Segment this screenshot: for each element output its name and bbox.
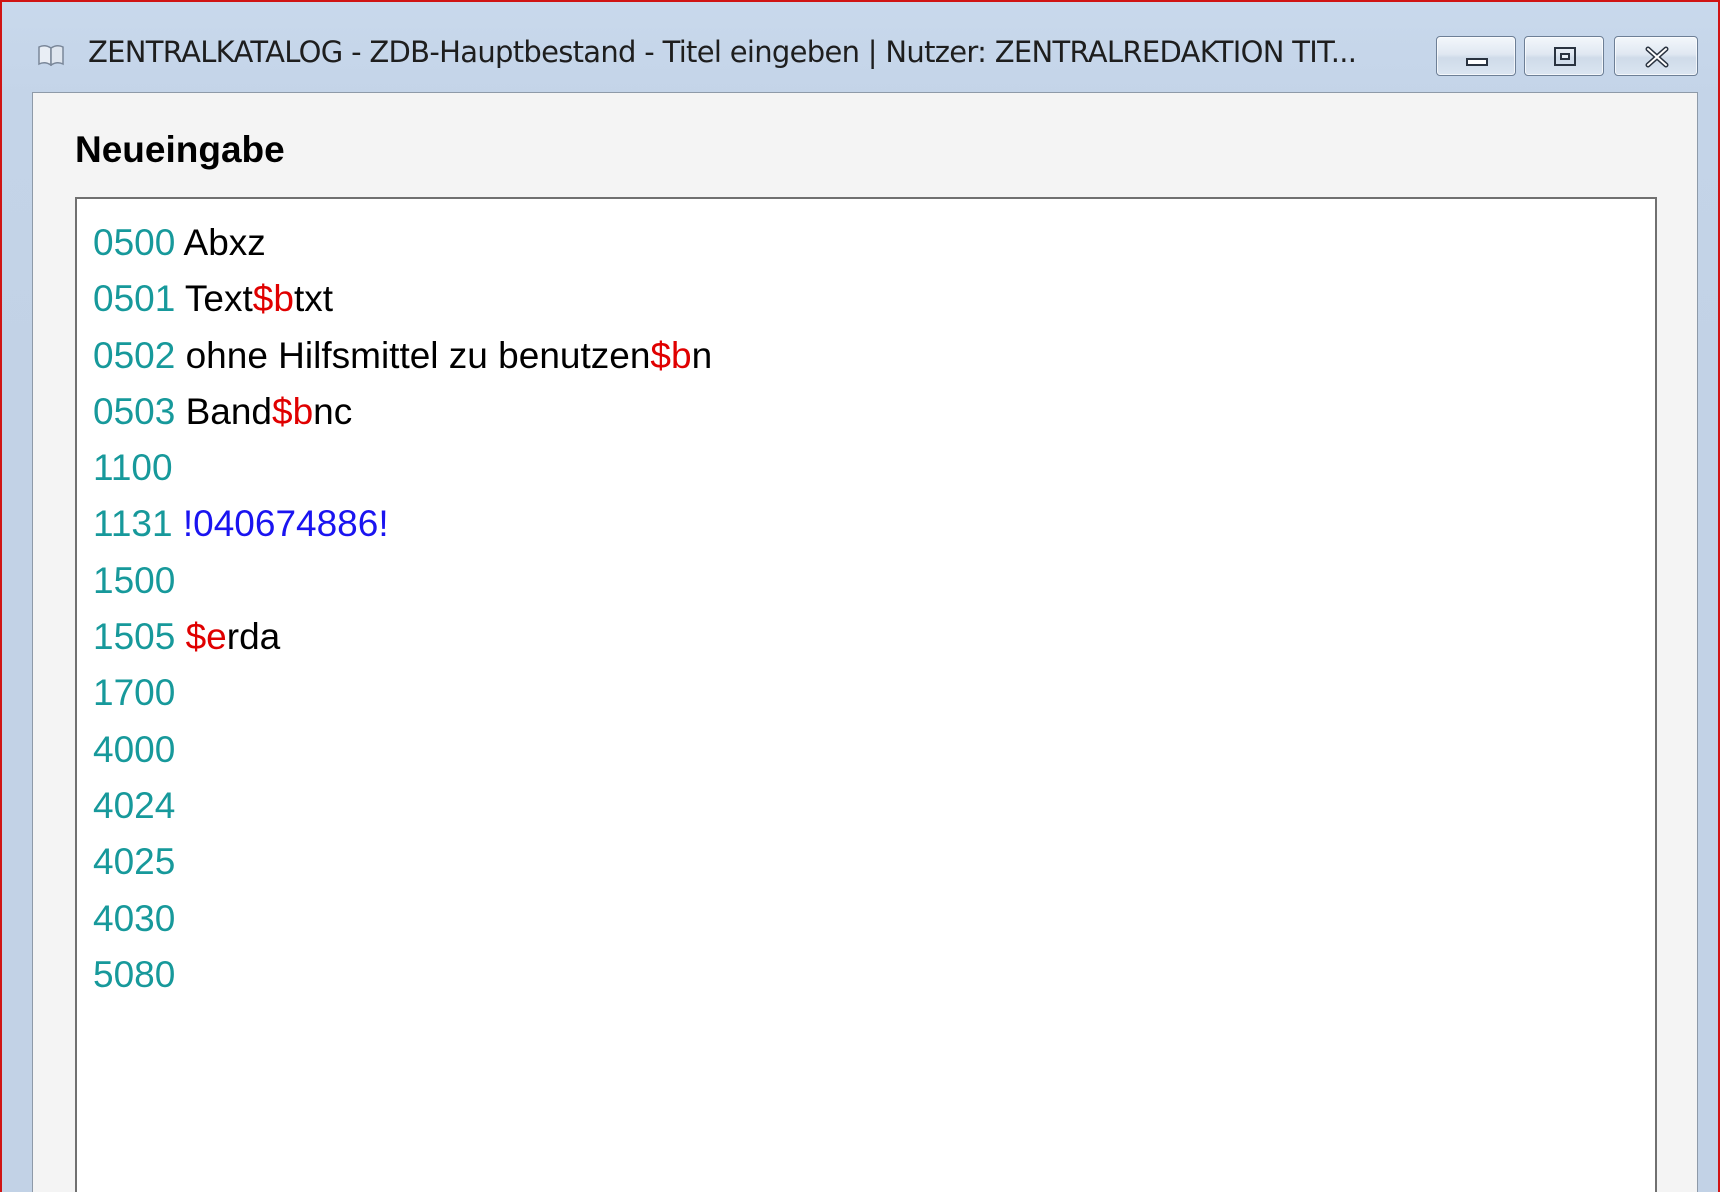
field-value (175, 616, 185, 657)
field-tag: 0500 (93, 222, 176, 263)
record-line[interactable]: 1100 (93, 440, 712, 496)
record-lines[interactable]: 0500 Abxz 0501 Text$btxt 0502 ohne Hilfsmi… (93, 215, 712, 1003)
record-line[interactable]: 1505 $erda (93, 609, 712, 665)
restore-icon (1554, 47, 1576, 66)
record-line[interactable]: 1700 (93, 665, 712, 721)
record-line[interactable]: 0500 Abxz (93, 215, 712, 271)
field-tag: 1700 (93, 672, 176, 714)
subfield-code: $e (185, 616, 227, 658)
field-value: rda (226, 616, 281, 658)
field-tag: 1505 (93, 616, 176, 658)
field-value: txt (293, 278, 333, 320)
record-line[interactable]: 0502 ohne Hilfsmittel zu benutzen$bn (93, 328, 712, 384)
close-button[interactable] (1614, 36, 1698, 76)
field-tag: 1100 (93, 447, 173, 489)
field-tag: 5080 (93, 953, 176, 995)
field-value: ohne Hilfsmittel zu benutzen (175, 334, 651, 376)
record-line[interactable]: 1500 (93, 553, 712, 609)
field-tag: 0503 (93, 390, 176, 432)
record-editor[interactable]: 0500 Abxz 0501 Text$btxt 0502 ohne Hilfsmi… (75, 197, 1657, 1192)
minimize-button[interactable] (1436, 36, 1516, 76)
restore-button[interactable] (1524, 36, 1604, 76)
field-tag: 4030 (93, 897, 176, 939)
record-line[interactable]: 4000 (93, 722, 712, 778)
subfield-code: $b (650, 334, 692, 376)
field-tag: 4024 (93, 784, 176, 826)
field-tag: 0501 (93, 278, 176, 320)
minimize-icon (1466, 58, 1488, 66)
field-value: nc (313, 390, 353, 432)
subfield-code: $b (252, 278, 294, 320)
field-tag: 0502 (93, 334, 176, 376)
page-title: Neueingabe (75, 129, 285, 170)
field-value: Text (175, 278, 253, 320)
record-line[interactable]: 1131 !040674886! (93, 496, 712, 552)
client-area: Neueingabe 0500 Abxz 0501 Text$btxt 0502 o… (32, 92, 1698, 1192)
record-line[interactable]: 4024 (93, 778, 712, 834)
field-tag: 4000 (93, 728, 176, 770)
field-tag: 1500 (93, 559, 176, 601)
record-line[interactable]: 5080 (93, 947, 712, 1003)
book-icon (38, 44, 64, 67)
window-title: ZENTRALKATALOG - ZDB-Hauptbestand - Tite… (88, 35, 1357, 69)
record-line[interactable]: 4030 (93, 891, 712, 947)
field-value: Band (175, 390, 273, 432)
field-tag: 1131 (93, 503, 173, 545)
title-bar[interactable]: ZENTRALKATALOG - ZDB-Hauptbestand - Tite… (2, 2, 1718, 100)
record-line[interactable]: 0503 Band$bnc (93, 384, 712, 440)
close-icon (1645, 46, 1669, 68)
field-value: n (691, 334, 713, 376)
record-line[interactable]: 4025 (93, 834, 712, 890)
record-line[interactable]: 0501 Text$btxt (93, 271, 712, 327)
field-value (173, 503, 183, 544)
field-tag: 4025 (93, 841, 176, 883)
subfield-code: $b (272, 390, 314, 432)
linked-id[interactable]: !040674886! (183, 503, 389, 544)
field-value: Abxz (175, 222, 266, 263)
app-window: ZENTRALKATALOG - ZDB-Hauptbestand - Tite… (0, 0, 1720, 1192)
